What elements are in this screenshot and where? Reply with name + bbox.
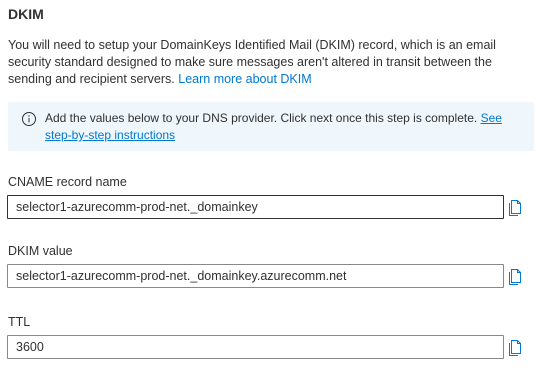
section-title: DKIM [8, 6, 44, 22]
info-message-text: Add the values below to your DNS provide… [45, 111, 478, 125]
info-icon [22, 112, 36, 126]
copy-icon[interactable] [507, 338, 523, 356]
cname-record-name-label: CNAME record name [8, 175, 127, 189]
learn-more-link[interactable]: Learn more about DKIM [178, 72, 311, 86]
dkim-value-label: DKIM value [8, 244, 73, 258]
cname-record-name-input[interactable] [7, 195, 504, 219]
dkim-value-input[interactable] [7, 264, 504, 288]
copy-icon[interactable] [507, 267, 523, 285]
ttl-input[interactable] [7, 335, 504, 359]
copy-icon[interactable] [507, 198, 523, 216]
info-message-bar: Add the values below to your DNS provide… [8, 102, 534, 151]
ttl-label: TTL [8, 315, 31, 329]
section-description: You will need to setup your DomainKeys I… [8, 37, 523, 88]
